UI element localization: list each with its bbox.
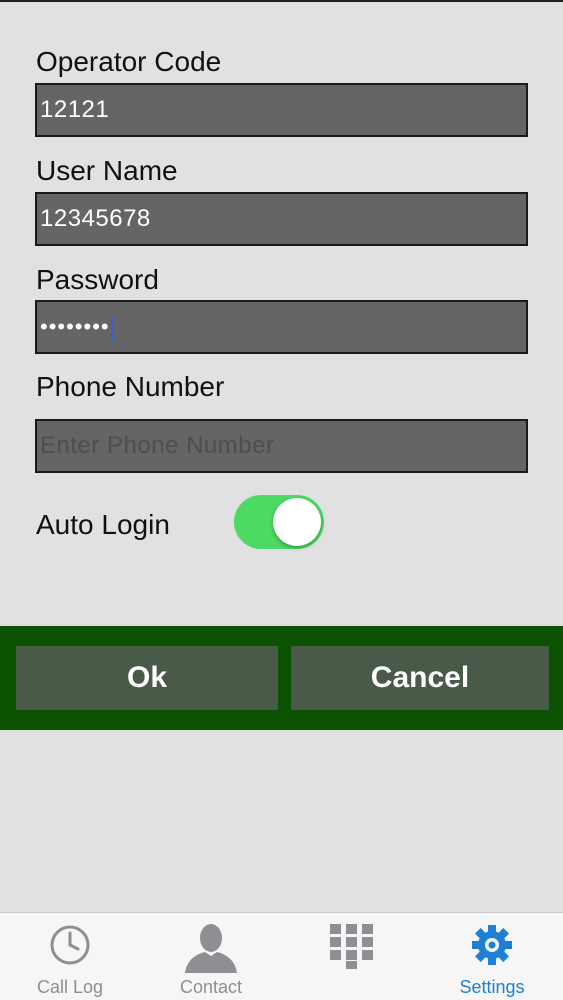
auto-login-toggle[interactable] <box>234 495 324 549</box>
gear-icon <box>470 923 514 972</box>
tab-call-log[interactable]: Call Log <box>0 913 140 1000</box>
top-divider <box>0 0 563 2</box>
action-bar: Ok Cancel <box>0 626 563 730</box>
toggle-knob <box>273 498 321 546</box>
cancel-button[interactable]: Cancel <box>291 646 549 710</box>
ok-button[interactable]: Ok <box>16 646 278 710</box>
tab-contact[interactable]: Contact <box>141 913 281 1000</box>
operator-code-label: Operator Code <box>36 46 222 77</box>
operator-code-input[interactable]: 12121 <box>35 83 528 137</box>
phone-number-label: Phone Number <box>36 371 225 402</box>
keypad-icon <box>329 923 375 974</box>
tab-label-call-log: Call Log <box>36 977 104 997</box>
auto-login-label: Auto Login <box>36 509 170 540</box>
password-label: Password <box>36 264 159 295</box>
tab-label-settings: Settings <box>459 977 525 997</box>
person-icon <box>183 923 239 978</box>
tab-bar: Call Log Contact Settings <box>0 912 563 1000</box>
tab-label-contact: Contact <box>179 977 243 997</box>
user-name-input[interactable]: 12345678 <box>35 192 528 246</box>
clock-icon <box>48 923 92 972</box>
password-input[interactable]: •••••••• <box>35 300 528 354</box>
user-name-label: User Name <box>36 155 178 186</box>
tab-settings[interactable]: Settings <box>422 913 562 1000</box>
tab-keypad[interactable] <box>282 913 422 1000</box>
settings-screen: Operator Code 12121 User Name 12345678 P… <box>0 0 563 1000</box>
password-value: •••••••• <box>40 314 110 339</box>
text-caret <box>110 314 113 341</box>
phone-number-input[interactable] <box>35 419 528 473</box>
